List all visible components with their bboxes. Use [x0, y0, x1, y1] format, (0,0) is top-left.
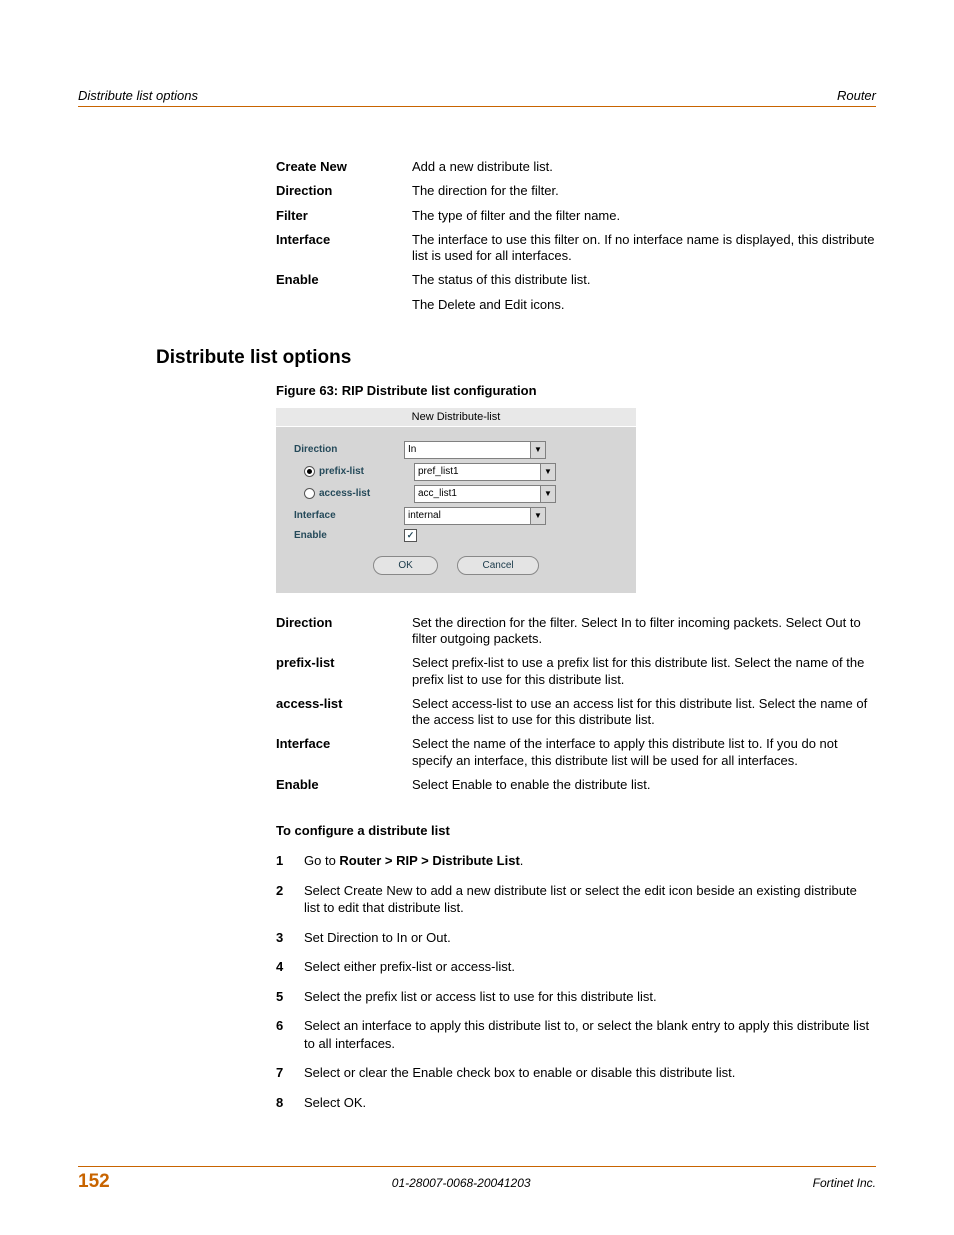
ok-button[interactable]: OK [373, 556, 437, 575]
cancel-button[interactable]: Cancel [457, 556, 538, 575]
term: prefix-list [276, 651, 412, 692]
access-list-radio-label[interactable]: access-list [294, 488, 414, 499]
enable-checkbox[interactable]: ✓ [404, 529, 417, 542]
page-number: 152 [78, 1171, 110, 1193]
footer: 152 01-28007-0068-20041203 Fortinet Inc. [78, 1166, 876, 1193]
list-item: 5Select the prefix list or access list t… [276, 988, 876, 1006]
enable-label: Enable [294, 530, 404, 541]
term: access-list [276, 692, 412, 733]
direction-label: Direction [294, 444, 404, 455]
access-list-select[interactable]: acc_list1 ▼ [414, 485, 556, 503]
list-item: 1Go to Router > RIP > Distribute List. [276, 852, 876, 870]
desc: Set the direction for the filter. Select… [412, 611, 876, 652]
screenshot-title: New Distribute-list [276, 408, 636, 427]
chevron-down-icon: ▼ [530, 442, 545, 458]
term: Enable [276, 773, 412, 797]
table-row: EnableSelect Enable to enable the distri… [276, 773, 876, 797]
table-row: FilterThe type of filter and the filter … [276, 204, 876, 228]
option-definition-table: DirectionSet the direction for the filte… [276, 611, 876, 797]
term: Enable [276, 268, 412, 292]
term: Create New [276, 155, 412, 179]
desc: The interface to use this filter on. If … [412, 228, 876, 269]
doc-id: 01-28007-0068-20041203 [392, 1176, 531, 1190]
desc: Add a new distribute list. [412, 155, 876, 179]
figure-caption: Figure 63: RIP Distribute list configura… [276, 383, 876, 398]
term [276, 293, 412, 317]
list-item: 2Select Create New to add a new distribu… [276, 882, 876, 917]
running-header: Distribute list options Router [78, 88, 876, 107]
header-right: Router [837, 88, 876, 103]
list-item: 8Select OK. [276, 1094, 876, 1112]
radio-icon [304, 488, 315, 499]
procedure-heading: To configure a distribute list [276, 823, 876, 838]
term: Direction [276, 179, 412, 203]
desc: Select prefix-list to use a prefix list … [412, 651, 876, 692]
list-item: 6Select an interface to apply this distr… [276, 1017, 876, 1052]
top-definition-table: Create NewAdd a new distribute list. Dir… [276, 155, 876, 317]
desc: Select access-list to use an access list… [412, 692, 876, 733]
table-row: prefix-listSelect prefix-list to use a p… [276, 651, 876, 692]
chevron-down-icon: ▼ [540, 464, 555, 480]
table-row: DirectionSet the direction for the filte… [276, 611, 876, 652]
prefix-list-select[interactable]: pref_list1 ▼ [414, 463, 556, 481]
term: Filter [276, 204, 412, 228]
desc: Select the name of the interface to appl… [412, 732, 876, 773]
desc: The Delete and Edit icons. [412, 293, 876, 317]
company: Fortinet Inc. [813, 1176, 876, 1190]
table-row: EnableThe status of this distribute list… [276, 268, 876, 292]
term: Interface [276, 732, 412, 773]
chevron-down-icon: ▼ [540, 486, 555, 502]
prefix-list-radio-label[interactable]: prefix-list [294, 466, 414, 477]
interface-label: Interface [294, 510, 404, 521]
list-item: 4Select either prefix-list or access-lis… [276, 958, 876, 976]
desc: Select Enable to enable the distribute l… [412, 773, 876, 797]
term: Interface [276, 228, 412, 269]
direction-select[interactable]: In ▼ [404, 441, 546, 459]
desc: The direction for the filter. [412, 179, 876, 203]
list-item: 3Set Direction to In or Out. [276, 929, 876, 947]
chevron-down-icon: ▼ [530, 508, 545, 524]
list-item: 7Select or clear the Enable check box to… [276, 1064, 876, 1082]
desc: The type of filter and the filter name. [412, 204, 876, 228]
desc: The status of this distribute list. [412, 268, 876, 292]
header-left: Distribute list options [78, 88, 198, 103]
section-heading: Distribute list options [156, 347, 876, 369]
term: Direction [276, 611, 412, 652]
table-row: DirectionThe direction for the filter. [276, 179, 876, 203]
table-row: InterfaceSelect the name of the interfac… [276, 732, 876, 773]
table-row: InterfaceThe interface to use this filte… [276, 228, 876, 269]
procedure-steps: 1Go to Router > RIP > Distribute List. 2… [276, 852, 876, 1111]
table-row: The Delete and Edit icons. [276, 293, 876, 317]
table-row: Create NewAdd a new distribute list. [276, 155, 876, 179]
radio-icon [304, 466, 315, 477]
screenshot-panel: New Distribute-list Direction In ▼ prefi… [276, 408, 636, 593]
interface-select[interactable]: internal ▼ [404, 507, 546, 525]
table-row: access-listSelect access-list to use an … [276, 692, 876, 733]
